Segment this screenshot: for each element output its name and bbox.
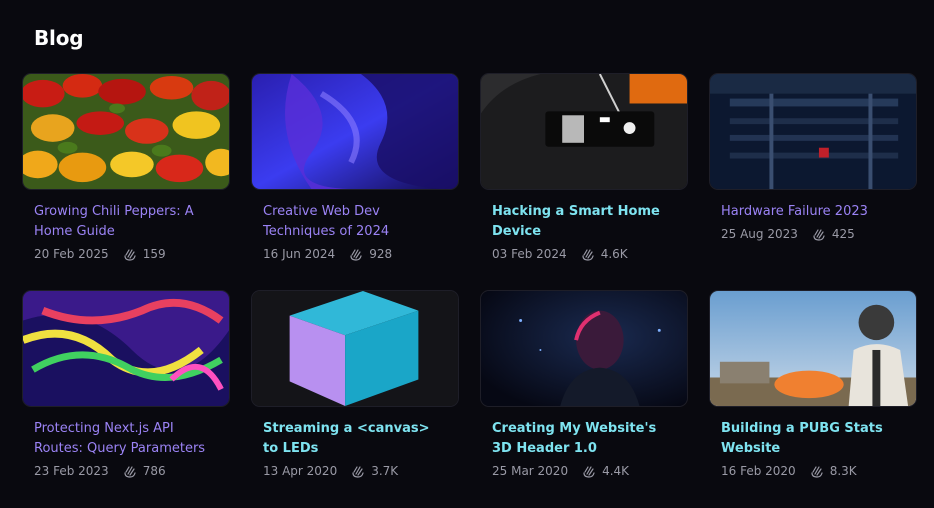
post-title[interactable]: Creating My Website's 3D Header 1.0 — [492, 419, 676, 459]
post-claps: 4.6K — [600, 247, 628, 261]
post-date: 16 Feb 2020 — [721, 464, 796, 478]
portrait-neon-image[interactable] — [480, 290, 688, 407]
post-meta: 25 Aug 2023 425 — [721, 227, 917, 241]
post-title[interactable]: Hardware Failure 2023 — [721, 202, 905, 222]
post-date: 20 Feb 2025 — [34, 247, 109, 261]
post-title[interactable]: Hacking a Smart Home Device — [492, 202, 676, 242]
circuit-board-image[interactable] — [480, 73, 688, 190]
post-card[interactable]: Creative Web Dev Techniques of 2024 16 J… — [251, 73, 459, 283]
post-card[interactable]: Protecting Next.js API Routes: Query Par… — [22, 290, 230, 500]
post-card[interactable]: Streaming a <canvas> to LEDs 13 Apr 2020… — [251, 290, 459, 500]
post-card[interactable]: Hacking a Smart Home Device 03 Feb 2024 … — [480, 73, 688, 283]
post-meta: 25 Mar 2020 4.4K — [492, 464, 688, 478]
chili-peppers-image[interactable] — [22, 73, 230, 190]
abstract-waves-image[interactable] — [251, 73, 459, 190]
post-title[interactable]: Protecting Next.js API Routes: Query Par… — [34, 419, 218, 459]
clap-hands-icon — [123, 464, 137, 478]
post-meta: 23 Feb 2023 786 — [34, 464, 230, 478]
post-title[interactable]: Building a PUBG Stats Website — [721, 419, 905, 459]
clap-hands-icon — [351, 464, 365, 478]
post-date: 23 Feb 2023 — [34, 464, 109, 478]
post-meta: 03 Feb 2024 4.6K — [492, 247, 688, 261]
page-title: Blog — [34, 26, 84, 50]
post-card[interactable]: Creating My Website's 3D Header 1.0 25 M… — [480, 290, 688, 500]
post-claps: 8.3K — [829, 464, 857, 478]
post-claps: 159 — [142, 247, 166, 261]
post-date: 03 Feb 2024 — [492, 247, 567, 261]
server-rack-image[interactable] — [709, 73, 917, 190]
clap-hands-icon — [349, 247, 363, 261]
post-meta: 16 Jun 2024 928 — [263, 247, 459, 261]
neon-swirl-image[interactable] — [22, 290, 230, 407]
post-claps: 425 — [831, 227, 855, 241]
led-cube-image[interactable] — [251, 290, 459, 407]
post-date: 13 Apr 2020 — [263, 464, 338, 478]
post-card[interactable]: Hardware Failure 2023 25 Aug 2023 425 — [709, 73, 917, 283]
post-meta: 13 Apr 2020 3.7K — [263, 464, 459, 478]
post-card[interactable]: Growing Chili Peppers: A Home Guide 20 F… — [22, 73, 230, 283]
clap-hands-icon — [123, 247, 137, 261]
clap-hands-icon — [810, 464, 824, 478]
clap-hands-icon — [582, 464, 596, 478]
post-card[interactable]: Building a PUBG Stats Website 16 Feb 202… — [709, 290, 917, 500]
post-claps: 4.4K — [602, 464, 630, 478]
post-meta: 20 Feb 2025 159 — [34, 247, 230, 261]
post-meta: 16 Feb 2020 8.3K — [721, 464, 917, 478]
clap-hands-icon — [812, 227, 826, 241]
post-grid: Growing Chili Peppers: A Home Guide 20 F… — [22, 73, 917, 500]
post-claps: 786 — [142, 464, 166, 478]
post-title[interactable]: Growing Chili Peppers: A Home Guide — [34, 202, 218, 242]
post-title[interactable]: Streaming a <canvas> to LEDs — [263, 419, 447, 459]
post-claps: 3.7K — [371, 464, 399, 478]
post-date: 16 Jun 2024 — [263, 247, 336, 261]
post-title[interactable]: Creative Web Dev Techniques of 2024 — [263, 202, 447, 242]
pubg-soldier-image[interactable] — [709, 290, 917, 407]
post-date: 25 Aug 2023 — [721, 227, 798, 241]
post-date: 25 Mar 2020 — [492, 464, 569, 478]
post-claps: 928 — [369, 247, 393, 261]
clap-hands-icon — [581, 247, 595, 261]
blog-page: Blog Growing Chili Peppers: A Home Guide… — [0, 0, 934, 508]
